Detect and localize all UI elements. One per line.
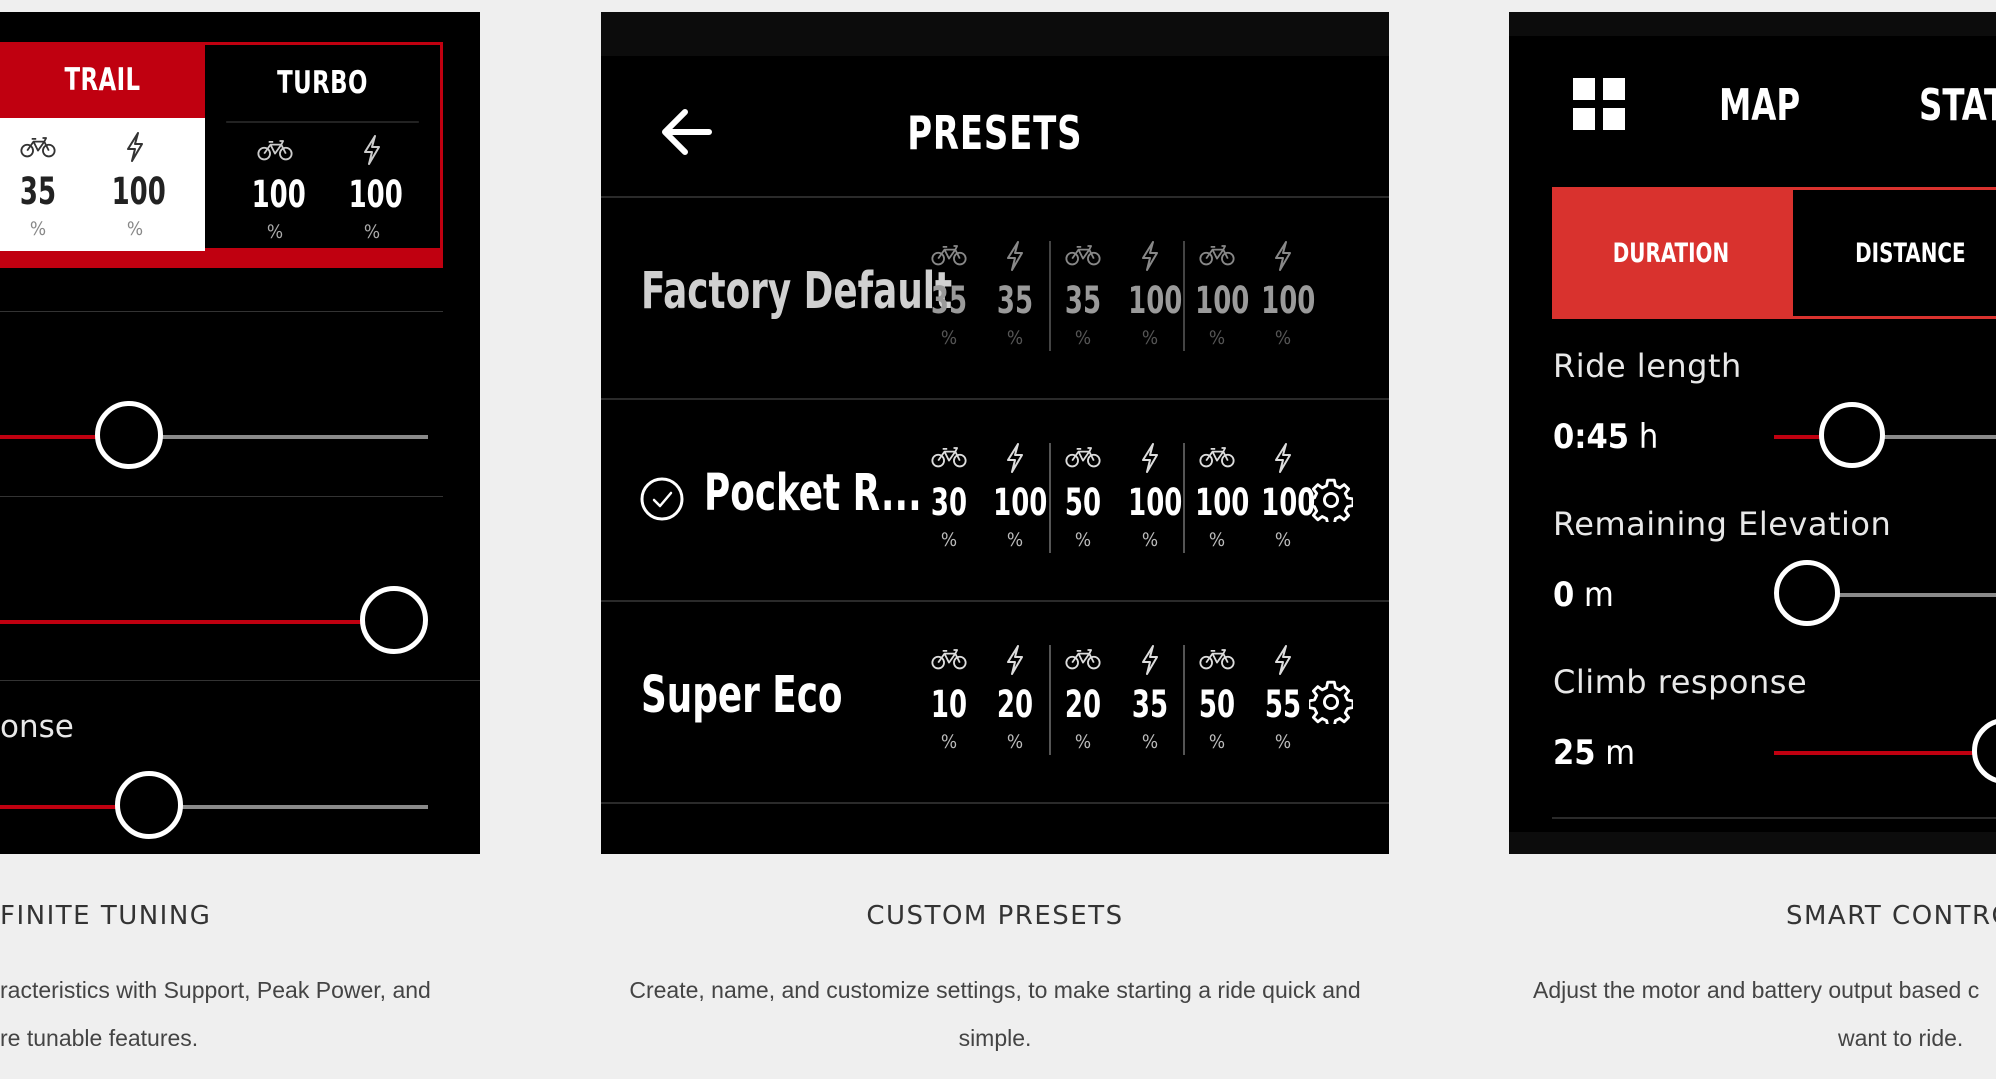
caption-custom-presets-line1: Create, name, and customize settings, to… <box>629 977 1361 1003</box>
infinite-tuning-screen: TRAIL 35 % 100 % TURBO 100 % 100 % onse <box>0 12 480 854</box>
gear-icon[interactable] <box>1309 478 1353 522</box>
bolt-icon <box>1275 241 1291 271</box>
bolt-icon <box>1275 443 1291 473</box>
slider-knob[interactable] <box>95 401 163 469</box>
caption-smart-control-title: SMART CONTRO <box>1786 901 1996 931</box>
bolt-icon <box>1142 443 1158 473</box>
bike-icon <box>257 140 293 161</box>
bolt-icon <box>1275 645 1291 675</box>
bike-icon <box>931 447 967 468</box>
bike-icon <box>931 649 967 670</box>
remaining-elevation-label: Remaining Elevation <box>1553 505 1892 543</box>
tuning-slider-1[interactable] <box>0 401 428 469</box>
bolt-icon <box>1007 645 1023 675</box>
tab-stats[interactable]: STAT <box>1919 80 1996 131</box>
caption-custom-presets-line2: simple. <box>958 1025 1032 1051</box>
bike-icon <box>20 137 56 158</box>
bolt-icon <box>1007 241 1023 271</box>
gear-icon[interactable] <box>1309 680 1353 724</box>
caption-infinite-tuning-line1: racteristics with Support, Peak Power, a… <box>0 977 431 1003</box>
caption-smart-control-line2: want to ride. <box>1838 1025 1964 1051</box>
preset-row-pocket[interactable]: Pocket R... 30% 100% 50% 100% 100% 100% <box>601 400 1389 600</box>
preset-row-super-eco[interactable]: Super Eco 10% 20% 20% 35% 50% 55% <box>601 602 1389 802</box>
ride-length-value: 0:45 h <box>1553 417 1659 457</box>
preset-name: Pocket R... <box>704 464 922 523</box>
bolt-icon <box>1007 443 1023 473</box>
slider-knob[interactable] <box>360 586 428 654</box>
grid-icon[interactable] <box>1573 78 1625 130</box>
slider-knob[interactable] <box>1819 402 1885 468</box>
ride-length-slider[interactable] <box>1774 402 1996 472</box>
caption-infinite-tuning-line2: re tunable features. <box>0 1025 199 1051</box>
smart-control-screen: MAP STAT DURATION DISTANCE Ride length 0… <box>1509 12 1996 854</box>
tab-distance[interactable]: DISTANCE <box>1790 187 1996 319</box>
bolt-icon <box>127 132 143 162</box>
mode-turbo-label: TURBO <box>226 45 419 123</box>
mode-trail[interactable]: TRAIL 35 % 100 % <box>0 42 205 268</box>
presets-screen: PRESETS Factory Default 35% 35% 35% 100%… <box>601 12 1389 854</box>
caption-infinite-tuning-title: FINITE TUNING <box>0 901 212 931</box>
bike-icon <box>1065 447 1101 468</box>
slider-fill <box>0 435 100 439</box>
bike-icon <box>1199 447 1235 468</box>
bolt-icon <box>1142 645 1158 675</box>
bike-icon <box>1065 245 1101 266</box>
bolt-icon <box>1142 241 1158 271</box>
caption-smart-control-line1: Adjust the motor and battery output base… <box>1533 977 1980 1003</box>
slider-knob[interactable] <box>1972 718 1996 784</box>
tab-duration[interactable]: DURATION <box>1552 187 1790 319</box>
mode-trail-label: TRAIL <box>64 62 141 98</box>
bike-icon <box>931 245 967 266</box>
bike-icon <box>1199 245 1235 266</box>
tuning-slider-2[interactable] <box>0 586 428 654</box>
mode-turbo[interactable]: TURBO 100 % 100 % <box>205 42 443 268</box>
partial-label: onse <box>0 709 74 745</box>
remaining-elevation-value: 0 m <box>1553 575 1614 615</box>
climb-response-slider[interactable] <box>1774 718 1996 788</box>
tuning-slider-3[interactable] <box>0 771 428 839</box>
slider-knob[interactable] <box>115 771 183 839</box>
bike-icon <box>1065 649 1101 670</box>
ride-length-label: Ride length <box>1553 347 1742 385</box>
preset-row-factory-default[interactable]: Factory Default 35% 35% 35% 100% 100% 10… <box>601 198 1389 398</box>
preset-name: Factory Default <box>641 262 953 321</box>
tab-map[interactable]: MAP <box>1719 80 1800 131</box>
preset-name: Super Eco <box>641 666 843 725</box>
bolt-icon <box>364 135 380 165</box>
caption-custom-presets-title: CUSTOM PRESETS <box>866 901 1124 931</box>
page-title: PRESETS <box>907 106 1083 160</box>
remaining-elevation-slider[interactable] <box>1774 560 1996 630</box>
check-circle-icon <box>640 477 684 521</box>
bike-icon <box>1199 649 1235 670</box>
slider-knob[interactable] <box>1774 560 1840 626</box>
climb-response-label: Climb response <box>1553 663 1808 701</box>
climb-response-value: 25 m <box>1553 733 1636 773</box>
